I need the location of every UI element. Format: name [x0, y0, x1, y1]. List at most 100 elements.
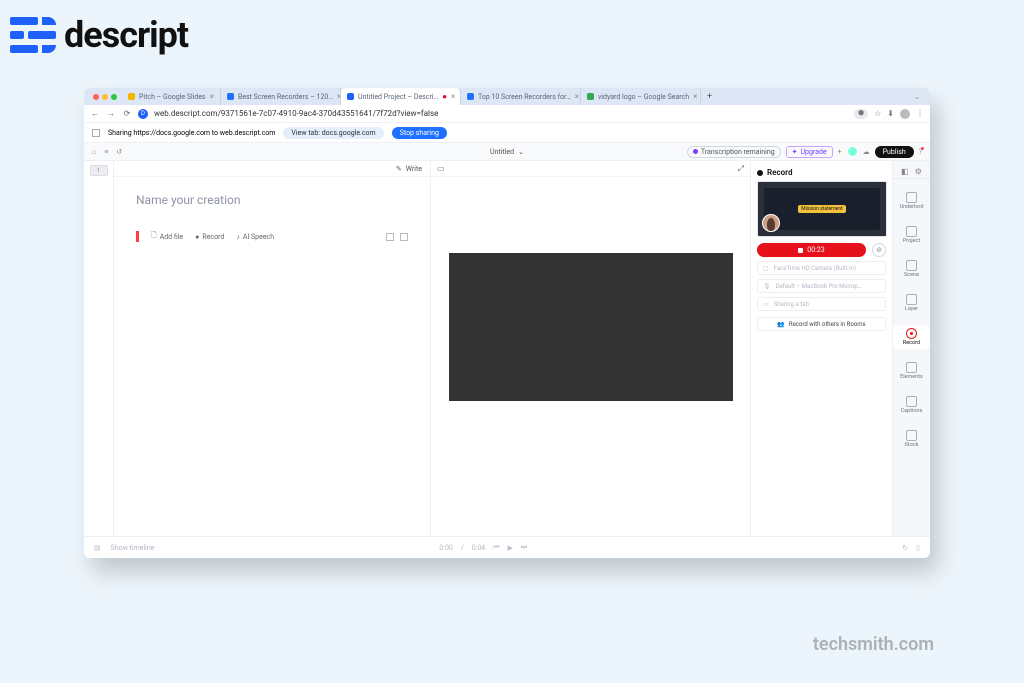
gem-badge-icon[interactable]: ⬢: [854, 109, 868, 119]
title-placeholder[interactable]: Name your creation: [136, 193, 408, 207]
rail-label: Record: [903, 340, 920, 346]
browser-tab-active[interactable]: Untitled Project – Descri… ● ×: [341, 88, 461, 105]
loop-icon[interactable]: ↻: [902, 544, 908, 552]
close-tab-icon[interactable]: ×: [210, 92, 214, 101]
close-tab-icon[interactable]: ×: [693, 92, 697, 101]
record-dot-icon: ●: [195, 233, 199, 241]
rail-record[interactable]: Record: [893, 325, 930, 349]
menu-icon[interactable]: ⋮: [916, 109, 924, 119]
rail-project[interactable]: Project: [893, 223, 930, 247]
rail-elements[interactable]: Elements: [893, 359, 930, 383]
write-label[interactable]: Write: [406, 165, 422, 173]
minimize-window-icon[interactable]: [102, 94, 108, 100]
comment-icon[interactable]: ☁: [863, 148, 870, 156]
option-label: Sharing a tab: [774, 301, 809, 308]
back-button[interactable]: ←: [90, 109, 100, 118]
record-preview[interactable]: Mission statement: [757, 181, 887, 237]
tab-favicon-icon: [227, 93, 234, 100]
ai-speech-button[interactable]: ♪AI Speech: [236, 233, 274, 241]
watermark: techsmith.com: [813, 634, 934, 655]
show-timeline-label[interactable]: Show timeline: [111, 544, 155, 552]
chip-label: Transcription remaining: [701, 148, 775, 156]
dot-icon: [693, 149, 698, 154]
record-timer: 00:23: [807, 246, 824, 254]
rail-scene[interactable]: Scene: [893, 257, 930, 281]
profile-icon[interactable]: [900, 109, 910, 119]
screen-select[interactable]: ▭Sharing a tab: [757, 297, 886, 311]
url-text[interactable]: web.descript.com/9371561e-7c07-4910-9ac4…: [154, 109, 848, 118]
script-editor: ✎ Write Name your creation 🗋Add file ●Re…: [114, 161, 430, 536]
site-identity-icon[interactable]: D: [138, 109, 148, 119]
tab-label: Untitled Project – Descri…: [358, 93, 438, 101]
descript-mark-icon: [10, 15, 56, 55]
settings-icon[interactable]: ⚙: [915, 167, 922, 176]
rail-label: Layer: [905, 306, 918, 312]
add-file-button[interactable]: 🗋Add file: [151, 231, 183, 242]
layout-toggle-icon[interactable]: [386, 233, 394, 241]
download-icon[interactable]: ⬇: [887, 109, 894, 119]
file-icon: 🗋: [151, 231, 157, 242]
history-icon[interactable]: ↺: [116, 148, 122, 156]
record-button[interactable]: ●Record: [195, 233, 224, 241]
skip-forward-icon[interactable]: ⏭: [521, 543, 527, 552]
timeline-toggle-icon[interactable]: ▤: [94, 544, 101, 552]
rail-underlord[interactable]: Underlord: [893, 189, 930, 213]
tool-label: AI Speech: [243, 233, 274, 241]
star-icon[interactable]: ☆: [874, 109, 881, 119]
recording-indicator-icon[interactable]: ●: [442, 92, 447, 101]
title-text: Untitled: [490, 148, 514, 156]
bookmark-icon[interactable]: [400, 233, 408, 241]
scene-strip: 1: [84, 161, 114, 536]
microphone-select[interactable]: 🎙 Default – MacBook Pro Microp…: [757, 279, 886, 293]
skip-back-icon[interactable]: ⏮: [493, 543, 499, 552]
maximize-window-icon[interactable]: [111, 94, 117, 100]
video-canvas[interactable]: [449, 253, 733, 401]
fit-icon[interactable]: ▭: [437, 164, 445, 173]
record-indicator-icon: [757, 170, 763, 176]
record-in-rooms-button[interactable]: 👥Record with others in Rooms: [757, 317, 886, 331]
reload-button[interactable]: ⟳: [122, 109, 132, 118]
view-tab-button[interactable]: View tab: docs.google.com: [283, 127, 383, 139]
stop-sharing-button[interactable]: Stop sharing: [392, 127, 447, 139]
properties-icon[interactable]: ◧: [901, 167, 909, 176]
app-top-bar: ⌂ ≡ ↺ Untitled ⌄ Transcription remaining…: [84, 143, 930, 161]
play-icon[interactable]: ▶: [508, 544, 513, 552]
rail-layer[interactable]: Layer: [893, 291, 930, 315]
stop-recording-button[interactable]: 00:23: [757, 243, 866, 257]
tab-overflow-icon[interactable]: ⌄: [908, 93, 926, 101]
transcription-remaining-chip[interactable]: Transcription remaining: [687, 146, 781, 158]
rail-stock[interactable]: Stock: [893, 427, 930, 451]
browser-tab[interactable]: vidyard logo – Google Search×: [581, 88, 701, 105]
window-controls[interactable]: [88, 94, 122, 100]
browser-tab[interactable]: Pitch – Google Slides×: [122, 88, 221, 105]
pencil-icon: ✎: [396, 165, 402, 173]
forward-button[interactable]: →: [106, 109, 116, 118]
people-icon: 👥: [777, 321, 784, 328]
camera-select[interactable]: ▢FaceTime HD Camera (Built-in): [757, 261, 886, 275]
upgrade-button[interactable]: ✦Upgrade: [786, 146, 833, 158]
mic-icon: 🎙: [763, 283, 771, 290]
browser-tab[interactable]: Best Screen Recorders – 120…×: [221, 88, 341, 105]
home-icon[interactable]: ⌂: [92, 148, 96, 156]
new-tab-button[interactable]: +: [701, 92, 718, 102]
outline-icon[interactable]: ≡: [104, 148, 108, 156]
help-icon[interactable]: ?: [919, 148, 922, 156]
scene-thumbnail[interactable]: 1: [90, 165, 108, 176]
close-tab-icon[interactable]: ×: [575, 92, 579, 101]
sharing-text: Sharing https://docs.google.com to web.d…: [108, 129, 275, 137]
tool-label: Add file: [160, 233, 184, 241]
expand-icon[interactable]: ⤢: [738, 164, 744, 174]
discard-recording-button[interactable]: ⊘: [872, 243, 886, 257]
marker-icon[interactable]: ▯: [916, 544, 920, 552]
avatar[interactable]: [847, 146, 858, 157]
option-label: Default – MacBook Pro Microp…: [776, 283, 862, 290]
browser-tab[interactable]: Top 10 Screen Recorders for…×: [461, 88, 581, 105]
publish-button[interactable]: Publish: [875, 146, 914, 158]
webcam-pip[interactable]: [762, 214, 780, 232]
close-window-icon[interactable]: [93, 94, 99, 100]
elements-icon: [906, 362, 917, 373]
add-icon[interactable]: +: [838, 148, 842, 156]
rail-captions[interactable]: Captions: [893, 393, 930, 417]
close-tab-icon[interactable]: ×: [451, 92, 455, 101]
project-title[interactable]: Untitled ⌄: [490, 148, 524, 156]
